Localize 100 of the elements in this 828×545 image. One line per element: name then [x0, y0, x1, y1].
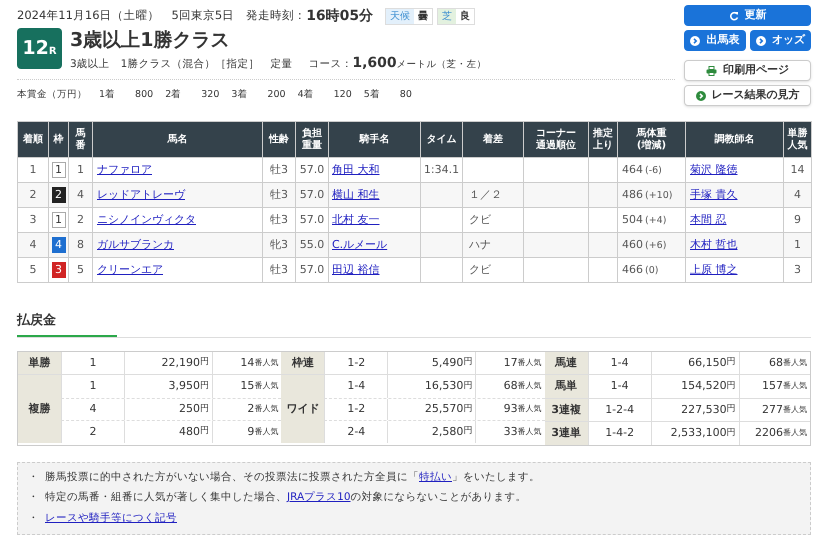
column-header: 馬番 — [68, 122, 92, 158]
note-text: 特定の馬番・組番に人気が著しく集中した場合、JRAプラス10の対象にならないことがあります。 — [45, 490, 527, 506]
frame-badge: 4 — [52, 237, 66, 253]
column-header: 枠 — [48, 122, 68, 158]
bet-type-cell: 枠連 — [281, 352, 324, 374]
payout-amount: 2,580円 — [387, 421, 476, 442]
prize-place: 3着 — [231, 88, 248, 102]
chevron-circle-icon — [690, 36, 700, 46]
prize-amount: 320 — [201, 88, 220, 102]
payout-amount: 250円 — [124, 398, 212, 420]
prize-amount: 200 — [267, 88, 286, 102]
table-cell: １／２ — [469, 188, 502, 201]
column-header: 着順 — [18, 122, 48, 158]
condition-label: 芝 — [438, 8, 456, 24]
nav-button[interactable]: 出馬表 — [684, 30, 746, 51]
combination-cell: 1-4 — [324, 375, 388, 398]
prize-place: 1着 — [99, 88, 116, 102]
bullet: ・ — [28, 490, 39, 506]
refresh-icon — [728, 10, 738, 20]
column-header: タイム — [420, 122, 462, 158]
column-header: コーナー通過順位 — [524, 122, 588, 158]
popularity-cell: 2206番人気 — [738, 422, 810, 444]
horse-link[interactable]: ナファロア — [97, 162, 152, 176]
note-link[interactable]: レースや騎手等につく記号 — [45, 512, 177, 524]
course-label: コース： — [308, 57, 352, 72]
nav-button[interactable]: レース結果の見方 — [684, 85, 811, 106]
table-cell: 486 (+10) — [622, 188, 672, 201]
column-header: 性齢 — [262, 122, 296, 158]
start-time: 16時05分 — [306, 6, 374, 26]
combination-cell: 1-4 — [588, 352, 651, 374]
table-cell: 460 (+6) — [622, 238, 666, 251]
prize-place: 2着 — [165, 88, 182, 102]
table-cell: ハナ — [469, 238, 491, 251]
bet-type-cell: 馬連 — [544, 352, 588, 374]
meeting-info: 5回東京5日 — [172, 7, 234, 24]
combination-cell: 1-2-4 — [588, 398, 651, 421]
payout-amount: 25,570円 — [387, 398, 476, 420]
table-cell: クビ — [469, 262, 491, 276]
payout-amount: 5,490円 — [387, 352, 476, 374]
table-cell: 3 — [784, 258, 812, 282]
chevron-circle-icon — [756, 36, 766, 46]
payout-amount: 22,190円 — [124, 352, 212, 374]
bet-type-cell: 3連単 — [544, 422, 588, 444]
section-title: 払戻金 — [17, 312, 57, 330]
table-cell: 1:34.1 — [424, 162, 460, 176]
combination-cell: 1-2 — [324, 352, 388, 374]
combination-cell: 2-4 — [324, 421, 388, 442]
payout-amount: 154,520円 — [650, 375, 739, 398]
chevron-circle-icon — [696, 90, 706, 100]
payout-amount: 66,150円 — [650, 352, 739, 374]
combination-cell: 1-2 — [324, 398, 388, 420]
column-header: 単勝人気 — [784, 122, 812, 158]
bullet: ・ — [28, 470, 39, 484]
prize-place: 5着 — [364, 88, 380, 102]
frame-badge: 1 — [52, 162, 66, 178]
frame-badge: 2 — [52, 187, 66, 203]
race-title: 3歳以上1勝クラス — [70, 28, 230, 52]
column-header: 推定上り — [588, 122, 618, 158]
table-cell: クビ — [469, 212, 491, 226]
prize-place: 4着 — [298, 88, 314, 102]
refresh-button[interactable]: 更新 — [684, 5, 811, 26]
combination-cell: 1-4 — [588, 375, 651, 398]
payout-amount: 3,950円 — [124, 375, 212, 398]
combination-cell: 4 — [61, 398, 124, 420]
prize-amount: 120 — [334, 88, 352, 102]
table-cell: 5 — [18, 258, 48, 282]
table-cell: 牡3 — [262, 258, 296, 282]
column-header: 調教師名 — [686, 122, 784, 158]
popularity-cell: 157番人気 — [738, 375, 810, 398]
bullet: ・ — [28, 511, 39, 526]
distance-unit: メートル（芝・左） — [396, 58, 487, 72]
table-cell: 504 (+4) — [622, 212, 666, 226]
column-header: 騎手名 — [328, 122, 420, 158]
combination-cell: 1 — [61, 375, 124, 398]
race-details: 3歳以上 1勝クラス（混合）［指定］ 定量 — [70, 57, 292, 72]
bet-type-cell: 馬単 — [544, 375, 588, 398]
prize-label: 本賞金（万円） — [17, 88, 87, 102]
bet-type-cell: ワイド — [281, 375, 324, 442]
note-text: 勝馬投票に的中された方がいない場合、その投票法に投票された方全員に「特払い」をいたします。 — [45, 470, 540, 484]
race-number-badge: 12R — [17, 28, 62, 69]
printer-icon — [706, 66, 717, 76]
distance: 1,600 — [352, 54, 397, 73]
popularity-cell: 68番人気 — [738, 352, 810, 374]
start-time-label: 発走時刻： — [246, 7, 306, 24]
table-cell: 57.0 — [296, 258, 328, 282]
combination-cell: 1-4-2 — [588, 422, 651, 444]
frame-badge: 3 — [52, 262, 66, 278]
print-button[interactable]: 印刷用ページ — [684, 60, 811, 81]
column-header: 馬名 — [92, 122, 262, 158]
note-link[interactable]: 特払い — [419, 470, 452, 482]
bet-type-cell: 3連複 — [544, 398, 588, 421]
combination-cell: 1 — [61, 352, 124, 374]
condition-label: 天候 — [386, 8, 414, 24]
prize-amount: 80 — [400, 88, 412, 102]
race-date: 2024年11月16日（土曜） — [17, 7, 160, 24]
table-cell: 464 (-6) — [622, 162, 662, 176]
popularity-cell: 277番人気 — [738, 398, 810, 421]
nav-button[interactable]: オッズ — [750, 30, 811, 51]
note-link[interactable]: JRAプラス10 — [287, 491, 351, 504]
payout-amount: 480円 — [124, 421, 212, 442]
